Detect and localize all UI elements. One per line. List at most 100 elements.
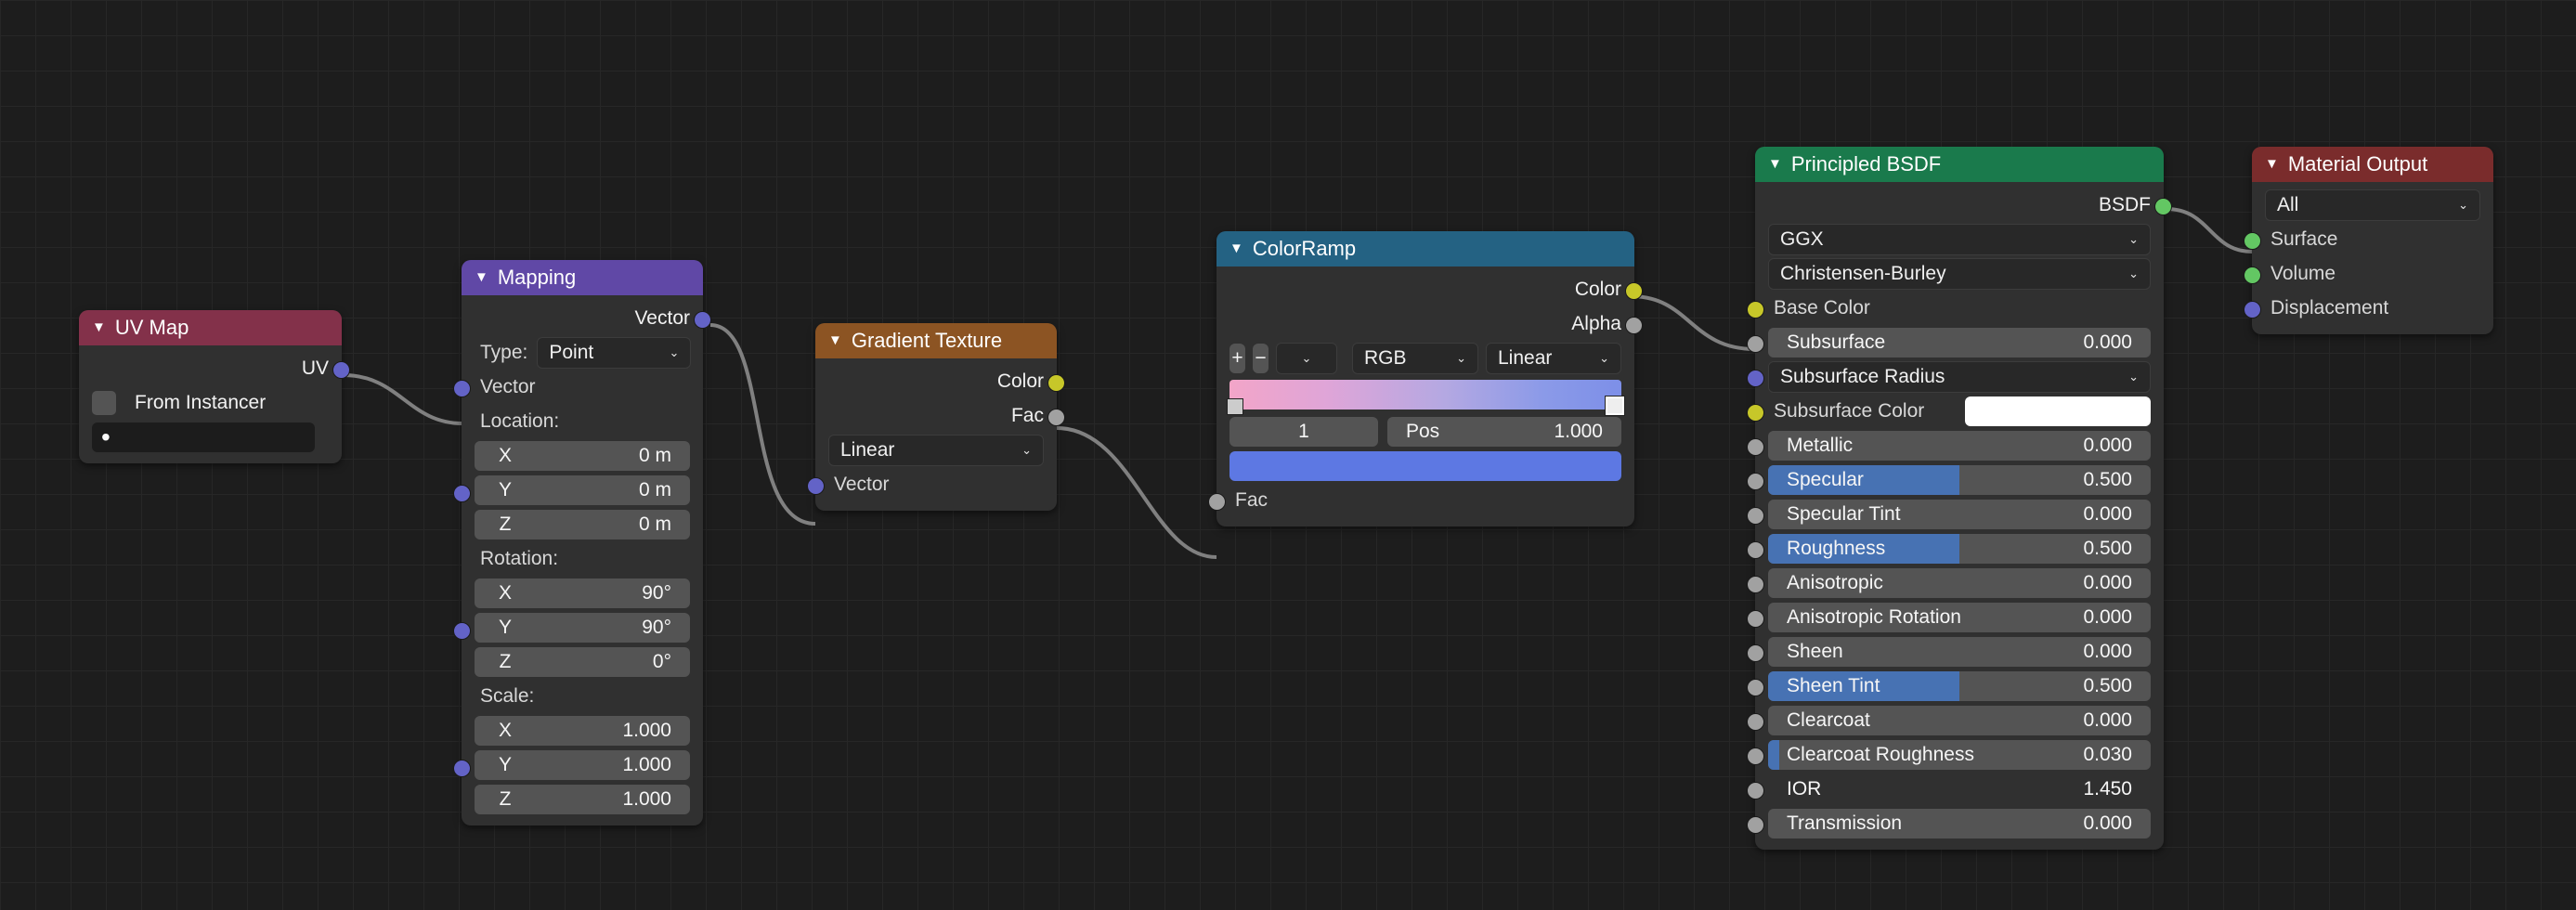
bsdf-5-slider[interactable]: Specular Tint0.000 [1768,500,2151,529]
socket-vector-in[interactable] [453,380,471,397]
bsdf-11-slider[interactable]: Clearcoat0.000 [1768,706,2151,735]
out-uv-label: UV [302,358,329,380]
node-header[interactable]: ▼ ColorRamp [1216,231,1634,266]
ramp-add-button[interactable]: + [1229,344,1245,373]
rot-z[interactable]: Z0° [475,647,690,677]
bsdf-3-slider[interactable]: Metallic0.000 [1768,431,2151,461]
ramp-index[interactable]: 1 [1229,417,1378,447]
bsdf-10-slider[interactable]: Sheen Tint0.500 [1768,671,2151,701]
node-colorramp[interactable]: ▼ ColorRamp Color Alpha + − ⌄ RGB⌄ Linea… [1216,231,1634,526]
uvmap-search[interactable]: • [92,422,315,452]
bsdf-9-slider[interactable]: Sheen0.000 [1768,637,2151,667]
loc-x[interactable]: X0 m [475,441,690,471]
ramp-stop-1[interactable] [1606,396,1624,415]
bsdf-input-subsurface: Subsurface0.000 [1755,325,2164,359]
socket-in[interactable] [1747,404,1764,422]
socket-in[interactable] [1747,748,1764,765]
socket-in[interactable] [1747,473,1764,490]
collapse-icon[interactable]: ▼ [2265,156,2279,172]
rot-x[interactable]: X90° [475,578,690,608]
socket-in[interactable] [1747,541,1764,559]
socket-basecolor-in[interactable] [1747,301,1764,318]
bsdf-4-slider[interactable]: Specular0.500 [1768,465,2151,495]
node-header[interactable]: ▼ Material Output [2252,147,2493,182]
node-header[interactable]: ▼ Mapping [462,260,703,295]
bsdf-subsurf-method-dropdown[interactable]: Christensen-Burley⌄ [1768,258,2151,290]
ramp-tools-dropdown[interactable]: ⌄ [1276,343,1337,374]
type-label: Type: [475,342,527,364]
node-header[interactable]: ▼ Principled BSDF [1755,147,2164,182]
node-title: Mapping [498,266,576,290]
ramp-interp-dropdown[interactable]: Linear⌄ [1486,343,1621,374]
bsdf-input-roughness: Roughness0.500 [1755,531,2164,566]
socket-color-out[interactable] [1047,374,1065,392]
bsdf-input-transmission: Transmission0.000 [1755,806,2164,840]
socket-volume-in[interactable] [2244,266,2261,284]
loc-z[interactable]: Z0 m [475,510,690,540]
bsdf-distribution-dropdown[interactable]: GGX⌄ [1768,224,2151,255]
collapse-icon[interactable]: ▼ [92,319,106,335]
node-material-output[interactable]: ▼ Material Output All⌄ Surface Volume Di… [2252,147,2493,334]
socket-surface-in[interactable] [2244,232,2261,250]
bsdf-8-slider[interactable]: Anisotropic Rotation0.000 [1768,603,2151,632]
socket-in[interactable] [1747,713,1764,731]
bsdf-input-sheen: Sheen0.000 [1755,634,2164,669]
socket-in[interactable] [1747,679,1764,696]
socket-alpha-out[interactable] [1625,317,1643,334]
scl-z[interactable]: Z1.000 [475,785,690,814]
bsdf-14-slider[interactable]: Transmission0.000 [1768,809,2151,838]
socket-in[interactable] [1747,507,1764,525]
node-uv-map[interactable]: ▼ UV Map UV From Instancer • [79,310,342,463]
socket-in[interactable] [1747,610,1764,628]
socket-color-out[interactable] [1625,282,1643,300]
ramp-color-swatch[interactable] [1229,451,1621,481]
from-instancer-checkbox[interactable] [92,391,116,415]
location-label: Location: [475,410,559,433]
bsdf-13-field[interactable]: IOR1.450 [1768,774,2151,804]
ramp-colormode-dropdown[interactable]: RGB⌄ [1352,343,1478,374]
node-header[interactable]: ▼ UV Map [79,310,342,345]
bsdf-6-slider[interactable]: Roughness0.500 [1768,534,2151,564]
socket-in[interactable] [1747,335,1764,353]
bsdf-12-slider[interactable]: Clearcoat Roughness0.030 [1768,740,2151,770]
socket-in[interactable] [1747,576,1764,593]
bsdf-0-slider[interactable]: Subsurface0.000 [1768,328,2151,358]
bsdf-input-subsurface-color: Subsurface Color [1755,394,2164,428]
socket-vector-in[interactable] [807,477,825,495]
collapse-icon[interactable]: ▼ [1229,240,1243,256]
subsurface-color-swatch[interactable] [1965,396,2151,426]
socket-uv-out[interactable] [332,361,350,379]
collapse-icon[interactable]: ▼ [828,332,842,348]
node-title: Principled BSDF [1791,152,1941,176]
chevron-down-icon: ⌄ [1456,351,1466,366]
ramp-pos[interactable]: Pos1.000 [1387,417,1621,447]
type-dropdown[interactable]: Point⌄ [537,337,691,369]
scl-y[interactable]: Y1.000 [475,750,690,780]
socket-in[interactable] [1747,816,1764,834]
socket-in[interactable] [1747,370,1764,387]
socket-fac-out[interactable] [1047,409,1065,426]
socket-displacement-in[interactable] [2244,301,2261,318]
socket-in[interactable] [1747,644,1764,662]
socket-in[interactable] [1747,438,1764,456]
scl-x[interactable]: X1.000 [475,716,690,746]
node-gradient-texture[interactable]: ▼ Gradient Texture Color Fac Linear⌄ Vec… [815,323,1057,511]
bsdf-7-slider[interactable]: Anisotropic0.000 [1768,568,2151,598]
node-mapping[interactable]: ▼ Mapping Vector Type: Point⌄ Vector Loc… [462,260,703,826]
socket-bsdf-out[interactable] [2154,198,2172,215]
collapse-icon[interactable]: ▼ [1768,156,1782,172]
loc-y[interactable]: Y0 m [475,475,690,505]
rot-y[interactable]: Y90° [475,613,690,643]
socket-in[interactable] [1747,782,1764,800]
socket-vector-out[interactable] [694,311,711,329]
collapse-icon[interactable]: ▼ [475,269,488,285]
node-principled-bsdf[interactable]: ▼ Principled BSDF BSDF GGX⌄ Christensen-… [1755,147,2164,850]
ramp-stop-0[interactable] [1227,398,1243,415]
node-header[interactable]: ▼ Gradient Texture [815,323,1057,358]
ramp-gradient[interactable] [1229,380,1621,410]
bsdf-1-dropdown[interactable]: Subsurface Radius⌄ [1768,361,2151,393]
ramp-remove-button[interactable]: − [1253,344,1268,373]
gradient-mode-dropdown[interactable]: Linear⌄ [828,435,1044,466]
socket-fac-in[interactable] [1208,493,1226,511]
output-target-dropdown[interactable]: All⌄ [2265,189,2480,221]
